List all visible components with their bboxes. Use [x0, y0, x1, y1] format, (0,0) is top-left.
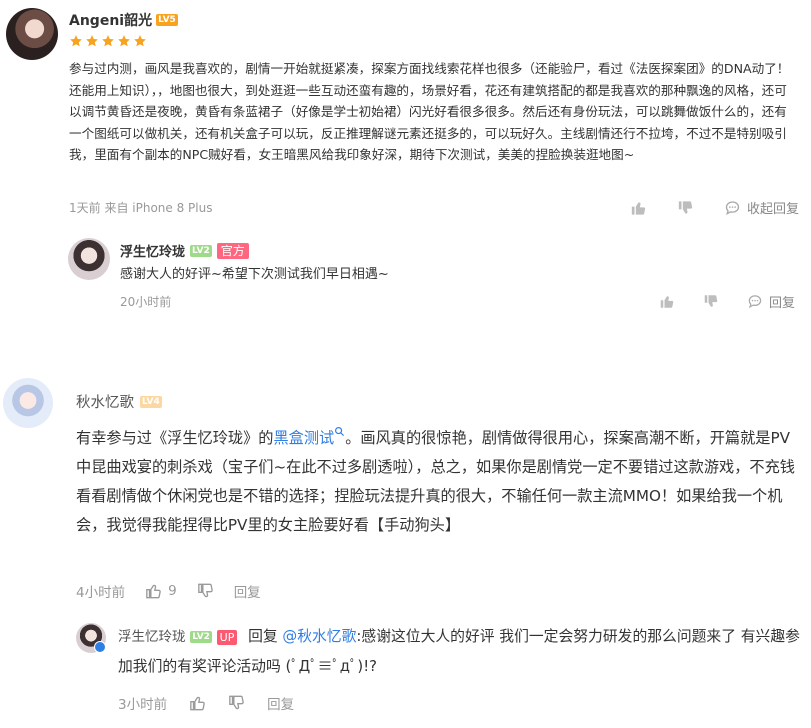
- comment-text-pre: 有幸参与过《浮生忆玲珑》的: [76, 429, 274, 447]
- dislike-button[interactable]: [677, 200, 694, 216]
- star-icon: [69, 33, 83, 52]
- avatar[interactable]: [3, 378, 53, 428]
- reply-username[interactable]: 浮生忆玲珑: [118, 629, 186, 645]
- up-badge: UP: [216, 629, 238, 645]
- star-icon: [85, 33, 99, 52]
- reply-button[interactable]: 回复: [267, 693, 294, 713]
- mention-link[interactable]: @秋水忆歌: [282, 628, 356, 645]
- username[interactable]: 秋水忆歌: [76, 391, 134, 412]
- reply-time: 20小时前: [120, 295, 172, 309]
- reply-text: 浮生忆玲珑 LV2 UP 回复 @秋水忆歌:感谢这位大人的好评 我们一定会努力研…: [118, 622, 801, 682]
- reply-meta: 3小时前 回复: [118, 693, 294, 713]
- comment-icon: [747, 294, 763, 309]
- star-icon: [133, 33, 147, 52]
- level-badge: LV2: [190, 631, 212, 643]
- reply-header: 浮生忆玲珑 LV2 官方: [120, 241, 249, 260]
- reply-avatar[interactable]: [68, 238, 110, 280]
- like-button[interactable]: [630, 200, 647, 216]
- comment-meta: 1天前 来自 iPhone 8 Plus 收起回复: [69, 198, 799, 217]
- reply-button[interactable]: 回复: [747, 292, 795, 311]
- search-icon: [335, 426, 345, 436]
- reply-time: 3小时前: [118, 697, 168, 713]
- reply-button[interactable]: 回复: [234, 581, 261, 601]
- post-time: 4小时前: [76, 585, 126, 601]
- comment-header: Angeni韶光 LV5: [69, 10, 178, 30]
- dislike-button[interactable]: [197, 583, 214, 599]
- like-icon: [145, 583, 162, 599]
- reply-meta: 20小时前 回复: [120, 292, 795, 311]
- verified-icon: [94, 641, 106, 653]
- official-badge: 官方: [216, 242, 249, 259]
- level-badge: LV2: [190, 244, 212, 257]
- star-icon: [117, 33, 131, 52]
- username[interactable]: Angeni韶光: [69, 10, 152, 30]
- comment-meta: 4小时前 9 回复: [76, 581, 261, 601]
- like-button[interactable]: [189, 695, 206, 711]
- post-time: 1天前 来自 iPhone 8 Plus: [69, 201, 213, 215]
- like-count: 9: [168, 583, 177, 599]
- comment-header: 秋水忆歌 LV4: [76, 391, 162, 412]
- dislike-button[interactable]: [228, 695, 245, 711]
- reply-username[interactable]: 浮生忆玲珑: [120, 241, 185, 260]
- reply-prefix: 回复: [248, 628, 278, 645]
- reply-actions: 回复: [659, 292, 795, 311]
- dislike-button[interactable]: [703, 294, 719, 309]
- comment-actions: 收起回复: [630, 198, 799, 217]
- comment-text: 有幸参与过《浮生忆玲珑》的黑盒测试 。画风真的很惊艳，剧情做得很用心，探案高潮不断…: [76, 424, 801, 540]
- reply-label: 回复: [768, 296, 795, 311]
- search-link[interactable]: 黑盒测试: [273, 426, 345, 447]
- comment-text: 参与过内测，画风是我喜欢的，剧情一开始就挺紧凑，探案方面找线索花样也很多（还能验…: [69, 61, 790, 162]
- like-button[interactable]: [659, 294, 675, 309]
- avatar[interactable]: [6, 8, 58, 60]
- reply-text: 感谢大人的好评~希望下次测试我们早日相遇~: [120, 267, 389, 282]
- like-button[interactable]: 9: [145, 583, 177, 599]
- collapse-replies-label: 收起回复: [746, 202, 799, 217]
- collapse-replies-button[interactable]: 收起回复: [724, 198, 799, 217]
- rating-stars: [69, 33, 147, 52]
- level-badge: LV5: [156, 14, 178, 26]
- search-link-label: 黑盒测试: [273, 429, 335, 447]
- star-icon: [101, 33, 115, 52]
- level-badge: LV4: [140, 395, 162, 408]
- comment-icon: [724, 200, 741, 216]
